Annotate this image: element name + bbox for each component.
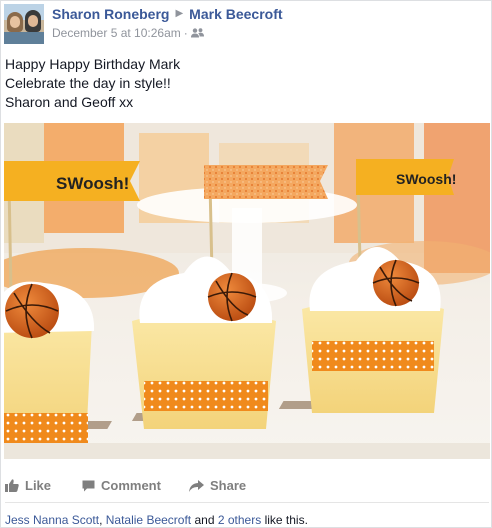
- post-meta: December 5 at 10:26am ·: [52, 26, 204, 40]
- comment-button[interactable]: Comment: [82, 471, 161, 501]
- post-header-names: Sharon Roneberg ▶ Mark Beecroft: [52, 5, 283, 23]
- post-photo[interactable]: SWoosh! SWoosh!: [4, 123, 490, 459]
- others-link[interactable]: 2 others: [218, 513, 261, 527]
- post-message-line: Celebrate the day in style!!: [5, 75, 171, 91]
- post-actions: Like Comment Share: [1, 471, 491, 501]
- liker-link[interactable]: Natalie Beecroft: [106, 513, 191, 527]
- like-button[interactable]: Like: [5, 471, 51, 501]
- post-message: Happy Happy Birthday Mark Celebrate the …: [5, 55, 180, 112]
- flag-label: SWoosh!: [56, 174, 129, 193]
- share-icon: [189, 479, 204, 492]
- post-card: Sharon Roneberg ▶ Mark Beecroft December 5…: [0, 0, 492, 528]
- comment-icon: [82, 480, 95, 492]
- friends-icon[interactable]: [190, 28, 204, 38]
- like-label: Like: [25, 478, 52, 493]
- likes-summary: Jess Nanna Scott, Natalie Beecroft and 2…: [5, 513, 308, 527]
- share-label: Share: [210, 478, 247, 493]
- flag-label: SWoosh!: [396, 171, 456, 187]
- post-message-line: Sharon and Geoff xx: [5, 94, 134, 110]
- timestamp-link[interactable]: December 5 at 10:26am: [52, 26, 181, 40]
- thumbs-up-icon: [5, 479, 19, 493]
- liker-link[interactable]: Jess Nanna Scott: [5, 513, 99, 527]
- avatar[interactable]: [4, 4, 44, 44]
- target-link[interactable]: Mark Beecroft: [189, 6, 282, 22]
- author-link[interactable]: Sharon Roneberg: [52, 6, 169, 22]
- cupcakes-photo: SWoosh! SWoosh!: [4, 123, 490, 459]
- comment-label: Comment: [101, 478, 161, 493]
- share-button[interactable]: Share: [189, 471, 246, 501]
- triangle-right-icon: ▶: [175, 7, 184, 19]
- post-message-line: Happy Happy Birthday Mark: [5, 56, 181, 72]
- divider: [5, 502, 489, 503]
